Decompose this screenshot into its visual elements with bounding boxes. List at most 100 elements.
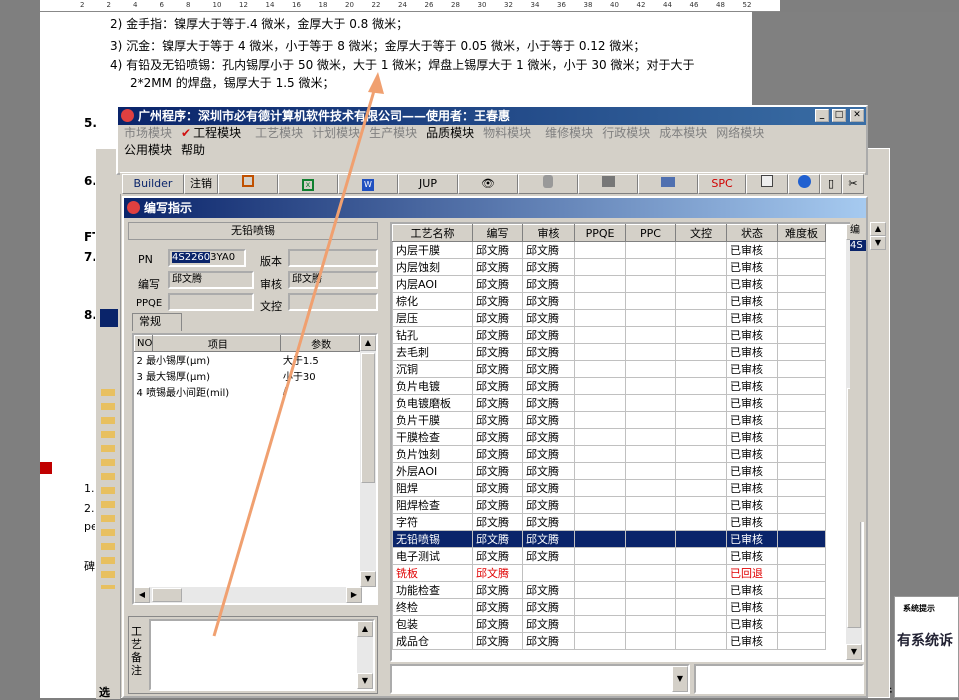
- scroll-up-icon[interactable]: ▲: [357, 621, 373, 637]
- builder-button[interactable]: Builder: [122, 174, 184, 194]
- maximize-icon[interactable]: □: [832, 109, 846, 122]
- table-row[interactable]: 成品仓 邱文腾 邱文腾 已审核: [392, 632, 826, 650]
- table-row[interactable]: 阻焊检查 邱文腾 邱文腾 已审核: [392, 496, 826, 514]
- check-icon: ✔: [181, 126, 192, 140]
- menu-item[interactable]: 维修模块: [545, 126, 593, 140]
- bottom-combo[interactable]: ▼: [390, 664, 690, 694]
- column-header[interactable]: PPC: [625, 224, 676, 242]
- menu-item[interactable]: 网络模块: [716, 126, 764, 140]
- column-header[interactable]: PPQE: [574, 224, 626, 242]
- scroll-down-icon[interactable]: ▼: [357, 673, 373, 689]
- database-icon[interactable]: [518, 174, 578, 194]
- ppt-icon[interactable]: [218, 174, 278, 194]
- params-row[interactable]: 2 最小锡厚(μm) 大于1.5: [135, 352, 360, 368]
- table-cell: [574, 275, 626, 293]
- table-row[interactable]: 铣板 邱文腾 已回退: [392, 564, 826, 582]
- version-field[interactable]: [288, 249, 378, 267]
- scroll-down-icon[interactable]: ▼: [846, 644, 862, 660]
- table-row[interactable]: 层压 邱文腾 邱文腾 已审核: [392, 309, 826, 327]
- table-row[interactable]: 终检 邱文腾 邱文腾 已审核: [392, 598, 826, 616]
- remark-vscroll[interactable]: ▲ ▼: [357, 621, 373, 689]
- tools-icon[interactable]: [578, 174, 638, 194]
- tree-icons[interactable]: [101, 389, 115, 589]
- menu-item[interactable]: 帮助: [181, 143, 205, 157]
- eye-icon[interactable]: 👁: [458, 174, 518, 194]
- params-hscroll[interactable]: ◀ ▶: [134, 587, 362, 603]
- spin-down-icon[interactable]: ▼: [870, 236, 886, 250]
- printer-icon[interactable]: [638, 174, 698, 194]
- spc-button[interactable]: SPC: [698, 174, 746, 194]
- cut-icon[interactable]: ✂: [842, 174, 864, 194]
- column-header[interactable]: 状态: [726, 224, 778, 242]
- table-row[interactable]: 内层AOI 邱文腾 邱文腾 已审核: [392, 275, 826, 293]
- table-row[interactable]: 外层AOI 邱文腾 邱文腾 已审核: [392, 462, 826, 480]
- table-row[interactable]: 字符 邱文腾 邱文腾 已审核: [392, 513, 826, 531]
- close-icon[interactable]: ✕: [850, 109, 864, 122]
- table-row[interactable]: 内层干膜 邱文腾 邱文腾 已审核: [392, 241, 826, 259]
- table-row[interactable]: 无铅喷锡 邱文腾 邱文腾 已审核: [392, 530, 826, 548]
- column-header[interactable]: 工艺名称: [392, 224, 473, 242]
- column-header[interactable]: 难度板: [777, 224, 826, 242]
- table-row[interactable]: 电子测试 邱文腾 邱文腾 已审核: [392, 547, 826, 565]
- author-field[interactable]: 邱文腾: [168, 271, 254, 289]
- table-row[interactable]: 负片蚀刻 邱文腾 邱文腾 已审核: [392, 445, 826, 463]
- table-row[interactable]: 沉铜 邱文腾 邱文腾 已审核: [392, 360, 826, 378]
- doc-control-field[interactable]: [288, 293, 378, 311]
- menu-item[interactable]: 物料模块: [483, 126, 531, 140]
- scroll-down-icon[interactable]: ▼: [360, 571, 376, 587]
- remark-field[interactable]: ▲ ▼: [149, 619, 375, 691]
- scroll-right-icon[interactable]: ▶: [346, 587, 362, 603]
- menu-item[interactable]: 生产模块: [369, 126, 417, 140]
- side-spinner[interactable]: ▲ ▼: [870, 222, 886, 250]
- params-row[interactable]: 3 最大锡厚(μm) 小于30: [135, 368, 360, 384]
- scroll-up-icon[interactable]: ▲: [360, 335, 376, 351]
- table-row[interactable]: 去毛刺 邱文腾 邱文腾 已审核: [392, 343, 826, 361]
- reviewer-field[interactable]: 邱文腾: [288, 271, 378, 289]
- minimize-icon[interactable]: _: [815, 109, 829, 122]
- table-row[interactable]: 干膜检查 邱文腾 邱文腾 已审核: [392, 428, 826, 446]
- system-prompt-window[interactable]: 系统提示 有系统诉: [894, 596, 959, 698]
- word-icon[interactable]: W: [338, 174, 398, 194]
- table-cell: 无铅喷锡: [392, 530, 473, 548]
- tab-general[interactable]: 常规: [132, 313, 182, 331]
- menu-item[interactable]: 公用模块: [124, 143, 172, 157]
- jup-button[interactable]: JUP: [398, 174, 458, 194]
- ppqe-field[interactable]: [168, 293, 254, 311]
- ie-icon[interactable]: [788, 174, 820, 194]
- menu-item[interactable]: 行政模块: [602, 126, 650, 140]
- menu-item[interactable]: 计划模块: [312, 126, 360, 140]
- scroll-thumb[interactable]: [361, 353, 375, 483]
- menu-item[interactable]: 工艺模块: [255, 126, 303, 140]
- selected-icon[interactable]: [100, 309, 118, 327]
- spin-up-icon[interactable]: ▲: [870, 222, 886, 236]
- menu-item[interactable]: 市场模块: [124, 126, 172, 140]
- column-header[interactable]: 编写: [472, 224, 523, 242]
- column-header[interactable]: 审核: [522, 224, 575, 242]
- table-row[interactable]: 负片电镀 邱文腾 邱文腾 已审核: [392, 377, 826, 395]
- menu-item[interactable]: 品质模块: [426, 126, 474, 140]
- table-cell: 邱文腾: [522, 479, 575, 497]
- table-row[interactable]: 功能检查 邱文腾 邱文腾 已审核: [392, 581, 826, 599]
- pn-field[interactable]: 4S22603YA0: [168, 249, 246, 267]
- table-row[interactable]: 内层蚀刻 邱文腾 邱文腾 已审核: [392, 258, 826, 276]
- params-vscroll[interactable]: ▲ ▼: [360, 335, 376, 587]
- page-icon[interactable]: ▯: [820, 174, 842, 194]
- table-row[interactable]: 钻孔 邱文腾 邱文腾 已审核: [392, 326, 826, 344]
- table-row[interactable]: 负片干膜 邱文腾 邱文腾 已审核: [392, 411, 826, 429]
- column-header[interactable]: 文控: [675, 224, 727, 242]
- table-row[interactable]: 包装 邱文腾 邱文腾 已审核: [392, 615, 826, 633]
- excel-icon[interactable]: x: [278, 174, 338, 194]
- table-row[interactable]: 棕化 邱文腾 邱文腾 已审核: [392, 292, 826, 310]
- scroll-left-icon[interactable]: ◀: [134, 587, 150, 603]
- calendar-icon[interactable]: [746, 174, 788, 194]
- scroll-thumb[interactable]: [152, 588, 182, 602]
- process-name: 无铅喷锡: [128, 222, 378, 240]
- menu-item[interactable]: ✔ 工程模块: [181, 126, 241, 140]
- logout-button[interactable]: 注销: [184, 174, 218, 194]
- menu-item[interactable]: 成本模块: [659, 126, 707, 140]
- table-row[interactable]: 阻焊 邱文腾 邱文腾 已审核: [392, 479, 826, 497]
- table-row[interactable]: 负电镀磨板 邱文腾 邱文腾 已审核: [392, 394, 826, 412]
- dropdown-icon[interactable]: ▼: [672, 666, 688, 692]
- bottom-field[interactable]: [694, 664, 864, 694]
- params-row[interactable]: 4 喷锡最小间距(mil) /: [135, 384, 360, 400]
